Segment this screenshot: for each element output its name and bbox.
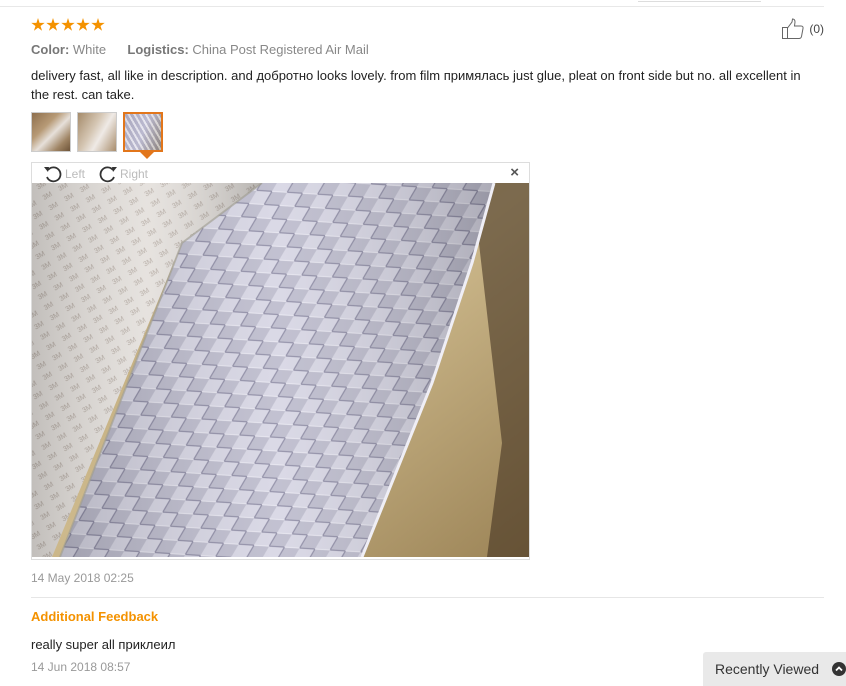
review-thumbnail-2[interactable] bbox=[77, 112, 117, 152]
star-icon bbox=[76, 18, 90, 31]
helpful-count: (0) bbox=[809, 22, 824, 36]
rotate-right-icon bbox=[98, 165, 118, 183]
review-date: 14 May 2018 02:25 bbox=[31, 571, 134, 585]
top-divider bbox=[0, 6, 824, 7]
star-icon bbox=[91, 18, 105, 31]
star-icon bbox=[31, 18, 45, 31]
rotate-left-label: Left bbox=[65, 167, 86, 181]
review-thumbnails bbox=[31, 112, 163, 152]
review-text: delivery fast, all like in description. … bbox=[31, 68, 801, 102]
color-label: Color: bbox=[31, 42, 70, 57]
review-attributes: Color: White Logistics: China Post Regis… bbox=[31, 42, 369, 57]
rotate-left-button[interactable]: Left bbox=[43, 165, 85, 183]
helpful-button[interactable]: (0) bbox=[781, 18, 824, 40]
review-photo: 3M bbox=[32, 183, 529, 557]
rotate-right-label: Right bbox=[120, 167, 149, 181]
review-thumbnail-3[interactable] bbox=[123, 112, 163, 152]
star-rating bbox=[31, 18, 105, 38]
image-viewer-toolbar: Left Right × bbox=[32, 163, 529, 183]
rotate-left-icon bbox=[43, 165, 63, 183]
color-value: White bbox=[72, 42, 107, 57]
chevron-up-icon bbox=[832, 662, 846, 676]
image-viewer: Left Right × bbox=[31, 162, 530, 560]
divider bbox=[31, 597, 824, 598]
thumbs-up-icon[interactable] bbox=[781, 18, 805, 40]
additional-feedback-title: Additional Feedback bbox=[31, 609, 159, 624]
logistics-value: China Post Registered Air Mail bbox=[192, 42, 369, 57]
recently-viewed-label: Recently Viewed bbox=[715, 661, 820, 677]
additional-feedback-date: 14 Jun 2018 08:57 bbox=[31, 660, 131, 674]
star-icon bbox=[61, 18, 75, 31]
close-icon[interactable]: × bbox=[510, 165, 519, 181]
top-tab-edge bbox=[638, 0, 761, 2]
recently-viewed-button[interactable]: Recently Viewed bbox=[703, 652, 846, 686]
logistics-label: Logistics: bbox=[127, 42, 189, 57]
active-thumbnail-pointer bbox=[140, 152, 154, 159]
rotate-right-button[interactable]: Right bbox=[98, 165, 148, 183]
star-icon bbox=[46, 18, 60, 31]
additional-feedback-text: really super all приклеил bbox=[31, 637, 176, 652]
review-thumbnail-1[interactable] bbox=[31, 112, 71, 152]
